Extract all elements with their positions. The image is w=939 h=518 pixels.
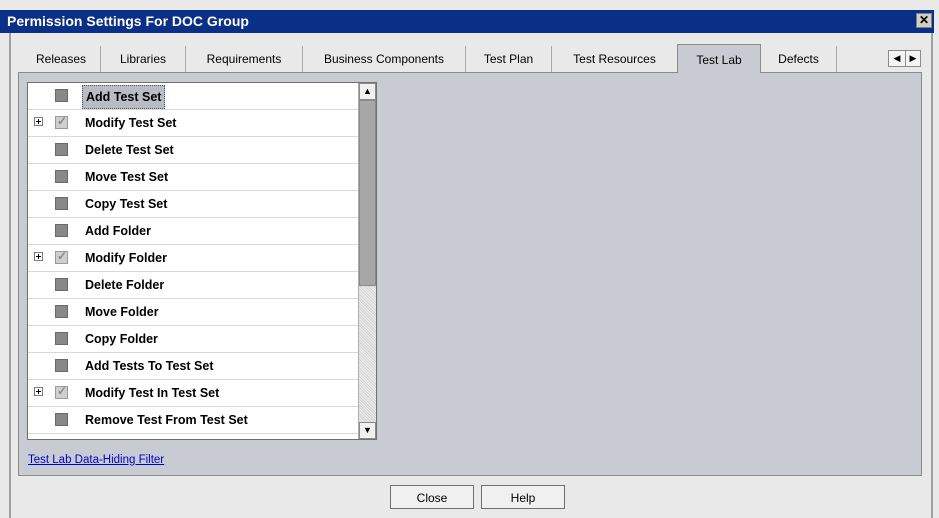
- permission-checkbox[interactable]: [55, 89, 68, 102]
- tab-libraries[interactable]: Libraries: [101, 46, 186, 72]
- permission-row[interactable]: Modify Test In Test Set: [28, 380, 358, 407]
- expand-plus-icon[interactable]: [34, 252, 43, 261]
- permission-checkbox[interactable]: [55, 249, 68, 264]
- permission-row[interactable]: Modify Folder: [28, 245, 358, 272]
- permission-row[interactable]: Add Tests To Test Set: [28, 353, 358, 380]
- permission-row[interactable]: Add Test Set: [28, 83, 358, 110]
- window-frame-right: [931, 33, 933, 518]
- tab-test-plan[interactable]: Test Plan: [466, 46, 552, 72]
- permission-row[interactable]: Delete Test Set: [28, 137, 358, 164]
- tab-test-lab[interactable]: Test Lab: [677, 44, 761, 73]
- scroll-up-icon[interactable]: ▲: [359, 83, 376, 100]
- permission-checkbox[interactable]: [55, 332, 68, 345]
- tab-scroll-buttons: ◀ ▶: [888, 50, 921, 67]
- permission-checkbox[interactable]: [55, 305, 68, 318]
- permission-checkbox[interactable]: [55, 384, 68, 399]
- window-frame-left: [9, 33, 11, 518]
- help-button[interactable]: Help: [481, 485, 565, 509]
- permission-checkbox[interactable]: [55, 114, 68, 129]
- permission-checkbox[interactable]: [55, 224, 68, 237]
- triangle-left-icon[interactable]: ◀: [889, 51, 906, 66]
- permission-settings-dialog: Permission Settings For DOC Group ✕ Rele…: [0, 0, 939, 518]
- vertical-scrollbar[interactable]: ▲ ▼: [358, 83, 376, 439]
- permission-label: Move Folder: [85, 305, 159, 319]
- data-hiding-filter-link[interactable]: Test Lab Data-Hiding Filter: [28, 454, 164, 466]
- permission-checkbox[interactable]: [55, 278, 68, 291]
- tab-business-components[interactable]: Business Components: [303, 46, 466, 72]
- tab-releases[interactable]: Releases: [22, 46, 101, 72]
- permission-label: Modify Folder: [85, 251, 167, 265]
- permission-label: Delete Test Set: [85, 143, 174, 157]
- permission-label: Modify Test In Test Set: [85, 386, 220, 400]
- permission-row[interactable]: Copy Test Set: [28, 191, 358, 218]
- tab-requirements[interactable]: Requirements: [186, 46, 303, 72]
- permission-label: Add Tests To Test Set: [85, 359, 214, 373]
- scrollbar-thumb[interactable]: [359, 100, 376, 286]
- permission-label: Move Test Set: [85, 170, 169, 184]
- permission-row[interactable]: Modify Test Set: [28, 110, 358, 137]
- permission-label: Add Folder: [85, 224, 151, 238]
- permission-row[interactable]: Copy Folder: [28, 326, 358, 353]
- permission-row[interactable]: Remove Test From Test Set: [28, 407, 358, 434]
- permission-row[interactable]: Delete Folder: [28, 272, 358, 299]
- close-button[interactable]: Close: [390, 485, 474, 509]
- permission-checkbox[interactable]: [55, 413, 68, 426]
- permission-checkbox[interactable]: [55, 197, 68, 210]
- tab-defects[interactable]: Defects: [761, 46, 837, 72]
- title-bar: Permission Settings For DOC Group ✕: [0, 10, 934, 33]
- close-icon[interactable]: ✕: [916, 13, 932, 28]
- window-title: Permission Settings For DOC Group: [7, 13, 249, 29]
- permission-label: Delete Folder: [85, 278, 165, 292]
- permission-row[interactable]: Move Folder: [28, 299, 358, 326]
- permission-row[interactable]: Add Folder: [28, 218, 358, 245]
- tab-test-resources[interactable]: Test Resources: [552, 46, 677, 72]
- triangle-right-icon[interactable]: ▶: [905, 51, 921, 66]
- expand-plus-icon[interactable]: [34, 117, 43, 126]
- permission-list: Add Test Set Modify Test Set Delete Test…: [27, 82, 377, 440]
- permission-checkbox[interactable]: [55, 359, 68, 372]
- permission-label: Copy Folder: [85, 332, 158, 346]
- permission-label: Modify Test Set: [85, 116, 177, 130]
- permission-label: Copy Test Set: [85, 197, 168, 211]
- permission-checkbox[interactable]: [55, 143, 68, 156]
- permission-row[interactable]: Move Test Set: [28, 164, 358, 191]
- permission-label: Remove Test From Test Set: [85, 413, 248, 427]
- permission-label: Add Test Set: [82, 85, 166, 109]
- expand-plus-icon[interactable]: [34, 387, 43, 396]
- scroll-down-icon[interactable]: ▼: [359, 422, 376, 439]
- permission-checkbox[interactable]: [55, 170, 68, 183]
